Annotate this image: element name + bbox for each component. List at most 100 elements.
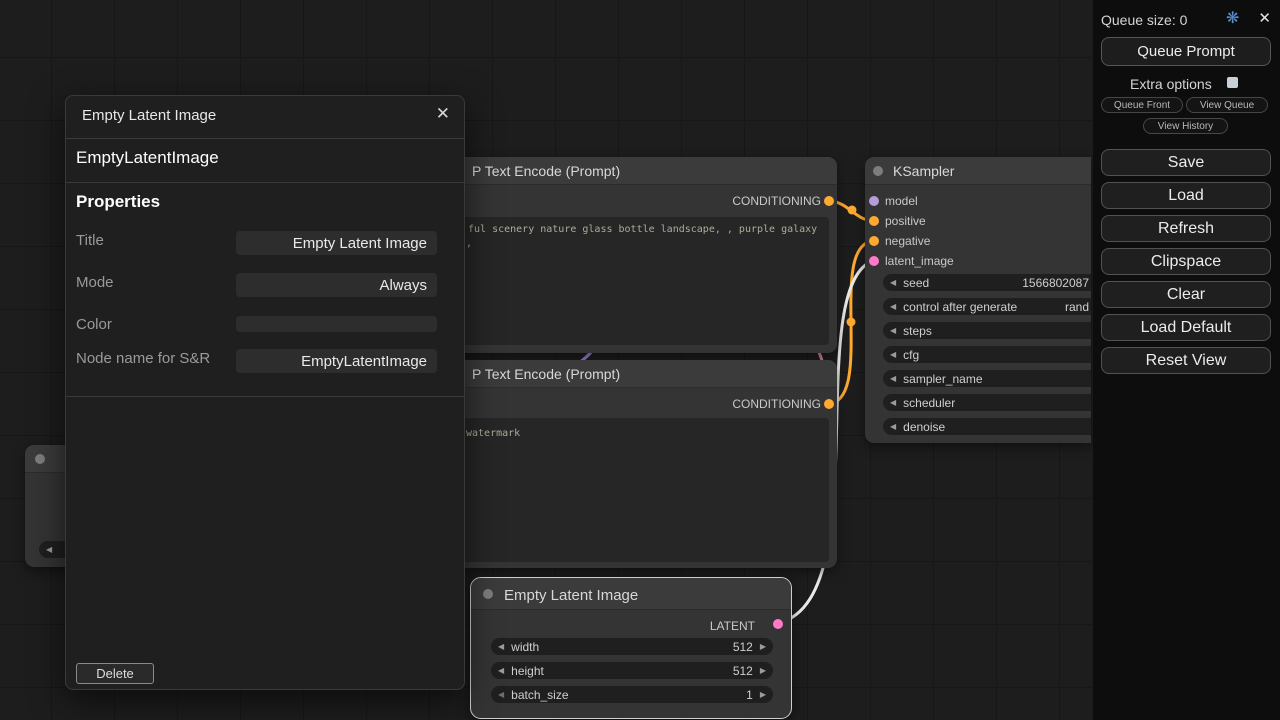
decrement-arrow-icon[interactable]: ◀: [890, 374, 896, 383]
node-title: P Text Encode (Prompt): [472, 366, 620, 382]
widget-value: 1566802087: [1022, 276, 1089, 290]
reset-view-button[interactable]: Reset View: [1101, 347, 1271, 374]
queue-prompt-button[interactable]: Queue Prompt: [1101, 37, 1271, 66]
input-slot-label: negative: [885, 234, 930, 248]
latent-output-dot[interactable]: [773, 619, 783, 629]
widget-value: 512: [733, 640, 753, 654]
input-slot-label: positive: [885, 214, 926, 228]
node-ksampler[interactable]: KSampler model positive negative latent_…: [865, 157, 1091, 443]
clipspace-button[interactable]: Clipspace: [1101, 248, 1271, 275]
widget-label: width: [511, 640, 539, 654]
negative-input-dot[interactable]: [869, 236, 879, 246]
steps-widget[interactable]: ◀ steps: [883, 322, 1091, 339]
queue-size-label: Queue size: 0: [1101, 12, 1187, 28]
load-button[interactable]: Load: [1101, 182, 1271, 209]
scheduler-widget[interactable]: ◀ scheduler: [883, 394, 1091, 411]
load-default-button[interactable]: Load Default: [1101, 314, 1271, 341]
batch-size-widget[interactable]: ◀ batch_size 1 ▶: [491, 686, 773, 703]
widget-value: 1: [746, 688, 753, 702]
decrement-arrow-icon[interactable]: ◀: [46, 545, 52, 554]
seed-widget[interactable]: ◀ seed 1566802087: [883, 274, 1091, 291]
latent-input-dot[interactable]: [869, 256, 879, 266]
positive-input-dot[interactable]: [869, 216, 879, 226]
node-graph-canvas[interactable]: ◀ P Text Encode (Prompt) CONDITIONING fu…: [0, 0, 1280, 720]
settings-gear-icon[interactable]: ❋: [1226, 8, 1239, 28]
color-field[interactable]: [236, 316, 437, 332]
widget-label: sampler_name: [903, 372, 982, 386]
widget-label: denoise: [903, 420, 945, 434]
collapse-dot-icon[interactable]: [483, 589, 493, 599]
decrement-arrow-icon[interactable]: ◀: [498, 642, 504, 651]
node-properties-dialog: Empty Latent Image ✕ EmptyLatentImage Pr…: [65, 95, 465, 690]
decrement-arrow-icon[interactable]: ◀: [890, 278, 896, 287]
wire-midpoint-dot: [847, 318, 856, 327]
node-header[interactable]: KSampler: [865, 157, 1091, 185]
input-slot-label: model: [885, 194, 918, 208]
prompt-text: watermark: [466, 428, 520, 439]
refresh-button[interactable]: Refresh: [1101, 215, 1271, 242]
view-history-button[interactable]: View History: [1143, 118, 1228, 134]
node-title: Empty Latent Image: [504, 587, 638, 604]
mode-field-label: Mode: [76, 274, 114, 291]
conditioning-output-dot[interactable]: [824, 399, 834, 409]
sampler-name-widget[interactable]: ◀ sampler_name: [883, 370, 1091, 387]
node-header[interactable]: Empty Latent Image: [471, 578, 791, 610]
node-name-snr-field[interactable]: EmptyLatentImage: [236, 349, 437, 373]
widget-value: 512: [733, 664, 753, 678]
decrement-arrow-icon[interactable]: ◀: [890, 398, 896, 407]
wire-midpoint-dot: [848, 206, 857, 215]
node-title: P Text Encode (Prompt): [472, 163, 620, 179]
prompt-text: ful scenery nature glass bottle landscap…: [468, 224, 817, 235]
clear-button[interactable]: Clear: [1101, 281, 1271, 308]
widget-value: rand: [1065, 300, 1089, 314]
widget-label: scheduler: [903, 396, 955, 410]
width-widget[interactable]: ◀ width 512 ▶: [491, 638, 773, 655]
widget-label: cfg: [903, 348, 919, 362]
view-queue-button[interactable]: View Queue: [1186, 97, 1268, 113]
widget-label: control after generate: [903, 300, 1017, 314]
prompt-text: ,: [466, 238, 472, 249]
close-icon[interactable]: ✕: [1258, 9, 1271, 27]
height-widget[interactable]: ◀ height 512 ▶: [491, 662, 773, 679]
divider: [66, 396, 464, 397]
dialog-title: Empty Latent Image: [82, 107, 216, 124]
input-slot-label: latent_image: [885, 254, 954, 268]
node-name-snr-label: Node name for S&R: [76, 350, 210, 367]
output-slot-label: LATENT: [710, 619, 755, 633]
widget-label: batch_size: [511, 688, 568, 702]
color-field-label: Color: [76, 316, 112, 333]
output-slot-label: CONDITIONING: [732, 194, 821, 208]
widget-label: seed: [903, 276, 929, 290]
output-slot-label: CONDITIONING: [732, 397, 821, 411]
title-field[interactable]: Empty Latent Image: [236, 231, 437, 255]
decrement-arrow-icon[interactable]: ◀: [498, 690, 504, 699]
cfg-widget[interactable]: ◀ cfg: [883, 346, 1091, 363]
widget-label: height: [511, 664, 544, 678]
decrement-arrow-icon[interactable]: ◀: [890, 302, 896, 311]
increment-arrow-icon[interactable]: ▶: [760, 666, 766, 675]
extra-options-checkbox[interactable]: [1227, 77, 1238, 88]
properties-heading: Properties: [76, 192, 160, 212]
collapse-dot-icon[interactable]: [873, 166, 883, 176]
node-title: KSampler: [893, 163, 954, 179]
queue-front-button[interactable]: Queue Front: [1101, 97, 1183, 113]
control-after-generate-widget[interactable]: ◀ control after generate rand: [883, 298, 1091, 315]
delete-button[interactable]: Delete: [76, 663, 154, 684]
node-type-name: EmptyLatentImage: [76, 148, 219, 168]
denoise-widget[interactable]: ◀ denoise: [883, 418, 1091, 435]
conditioning-output-dot[interactable]: [824, 196, 834, 206]
mode-field[interactable]: Always: [236, 273, 437, 297]
comfy-menu-panel: Queue size: 0 ❋ ✕ Queue Prompt Extra opt…: [1093, 0, 1280, 720]
decrement-arrow-icon[interactable]: ◀: [890, 422, 896, 431]
collapse-dot-icon[interactable]: [35, 454, 45, 464]
extra-options-label: Extra options: [1130, 76, 1212, 92]
increment-arrow-icon[interactable]: ▶: [760, 690, 766, 699]
decrement-arrow-icon[interactable]: ◀: [498, 666, 504, 675]
node-empty-latent-image[interactable]: Empty Latent Image LATENT ◀ width 512 ▶ …: [470, 577, 792, 719]
decrement-arrow-icon[interactable]: ◀: [890, 350, 896, 359]
save-button[interactable]: Save: [1101, 149, 1271, 176]
close-icon[interactable]: ✕: [436, 104, 450, 124]
model-input-dot[interactable]: [869, 196, 879, 206]
increment-arrow-icon[interactable]: ▶: [760, 642, 766, 651]
decrement-arrow-icon[interactable]: ◀: [890, 326, 896, 335]
